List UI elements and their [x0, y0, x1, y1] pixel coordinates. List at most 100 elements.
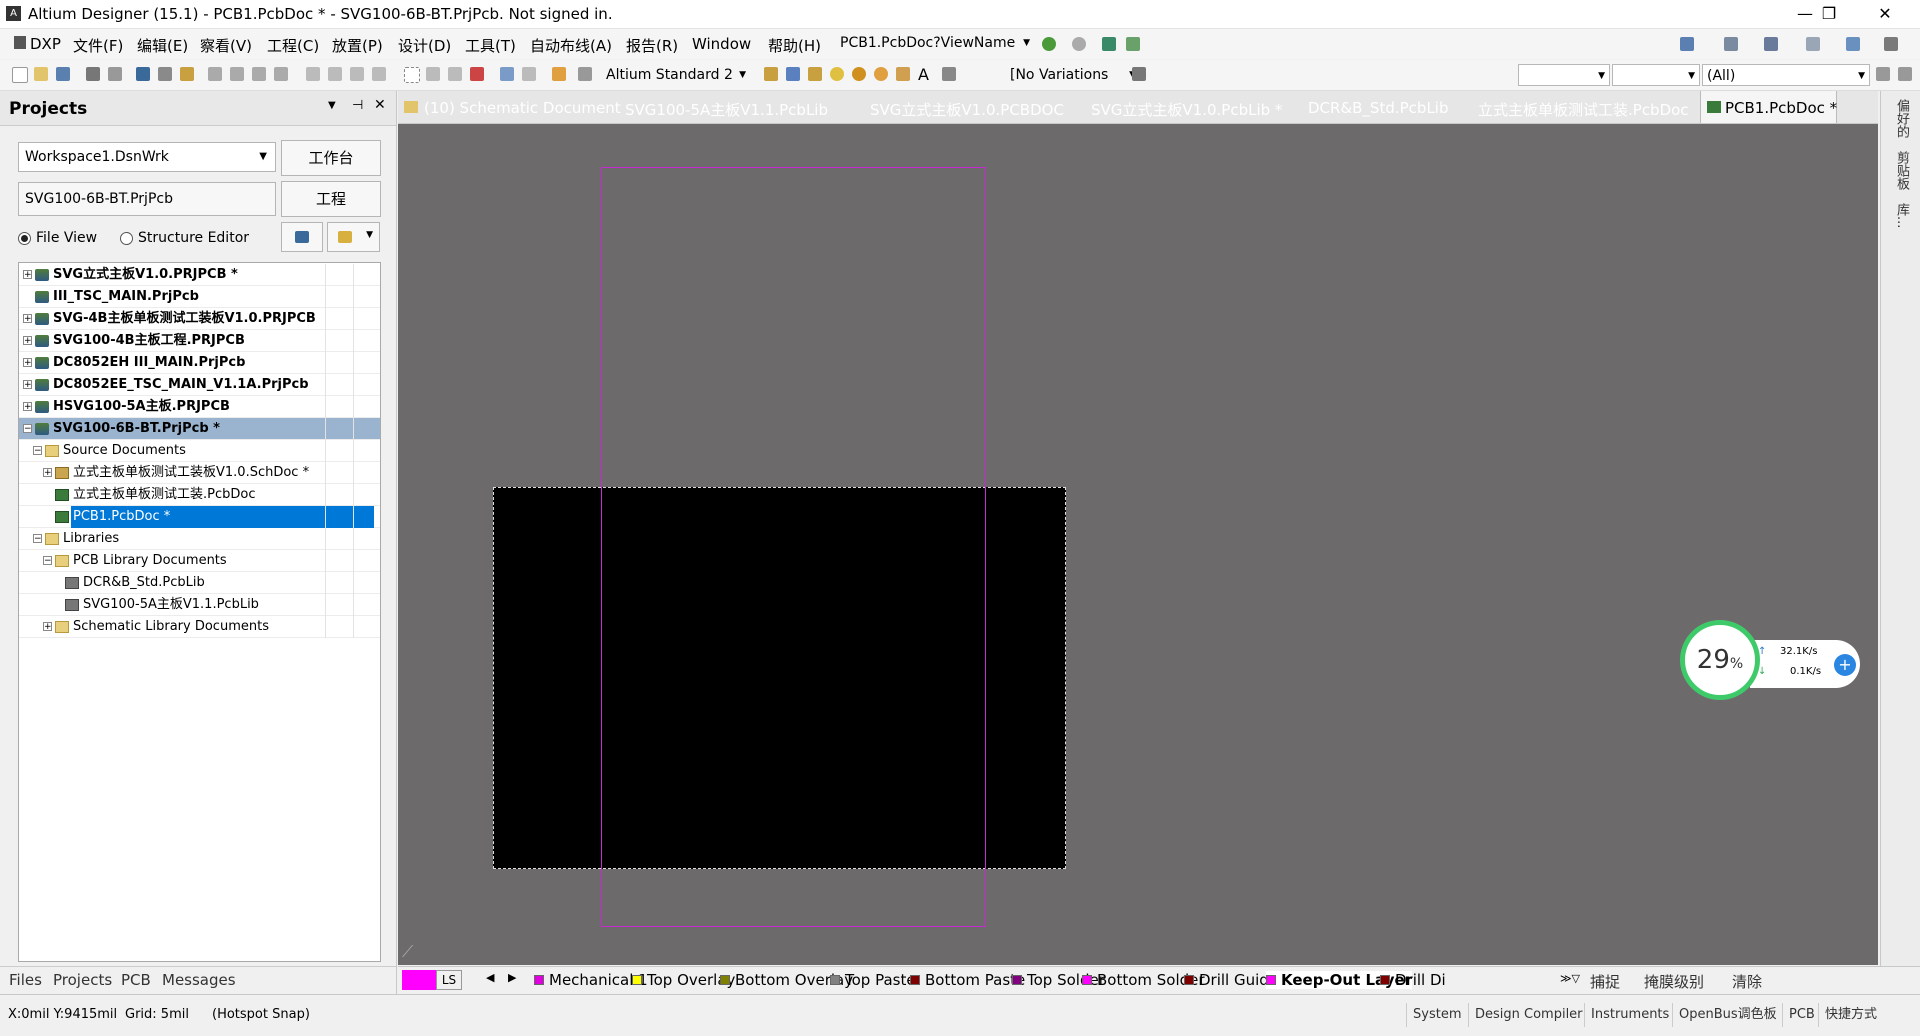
tree-row[interactable]: − Source Documents [19, 440, 380, 462]
expand-icon[interactable]: + [23, 314, 32, 324]
layer-tab[interactable]: Drill Guide [1184, 971, 1278, 989]
tab-projects[interactable]: Projects [53, 971, 112, 989]
tree-row[interactable]: − Libraries [19, 528, 380, 550]
status-shortcuts[interactable]: 快捷方式 [1818, 1003, 1883, 1027]
collapse-icon[interactable]: − [33, 534, 42, 544]
collapse-icon[interactable]: − [33, 446, 42, 456]
tab-files[interactable]: Files [9, 971, 42, 989]
align-icon[interactable] [1806, 37, 1820, 51]
tree-row[interactable]: + DC8052EE_TSC_MAIN_V1.1A.PrjPcb [19, 374, 380, 396]
move-icon[interactable] [426, 67, 440, 81]
pcb-canvas[interactable]: ⟋ [398, 124, 1878, 965]
window-icon[interactable] [1846, 37, 1860, 51]
status-design-compiler[interactable]: Design Compiler [1468, 1003, 1589, 1027]
panel-menu-icon[interactable]: ▼ [328, 100, 336, 111]
tree-row[interactable]: + 立式主板单板测试工装板V1.0.SchDoc * [19, 462, 380, 484]
component-icon[interactable] [942, 67, 956, 81]
paste-icon[interactable] [350, 67, 364, 81]
expand-icon[interactable]: + [23, 402, 32, 412]
pin-icon[interactable]: ⊣ [352, 98, 363, 113]
cut-icon[interactable] [306, 67, 320, 81]
expand-icon[interactable]: + [43, 622, 52, 632]
menu-place[interactable]: 放置(P) [332, 35, 383, 56]
tree-row[interactable]: + SVG100-4B主板工程.PRJPCB [19, 330, 380, 352]
tree-row[interactable]: SVG100-5A主板V1.1.PcbLib [19, 594, 380, 616]
collapse-icon[interactable]: − [23, 424, 32, 434]
expand-icon[interactable]: + [43, 468, 52, 478]
menu-file[interactable]: 文件(F) [73, 35, 123, 56]
menu-dxp[interactable]: DXP [30, 35, 61, 53]
layer-tab[interactable]: Top Paste [830, 971, 916, 989]
keep-out-region[interactable] [601, 167, 986, 927]
compile-button[interactable] [281, 222, 323, 252]
tree-row[interactable]: + HSVG100-5A主板.PRJPCB [19, 396, 380, 418]
menu-tools[interactable]: 工具(T) [465, 35, 516, 56]
tree-row[interactable]: + SVG-4B主板单板测试工装板V1.0.PRJPCB [19, 308, 380, 330]
zoom-fit-icon[interactable] [208, 67, 222, 81]
tab-favorites[interactable]: 偏好的 [1889, 99, 1911, 138]
tree-row[interactable]: + Schematic Library Documents [19, 616, 380, 638]
route-icon[interactable] [764, 67, 778, 81]
clear-button[interactable]: 清除 [1732, 971, 1762, 992]
folder-icon[interactable] [180, 67, 194, 81]
tab-clipboard[interactable]: 剪贴板 [1889, 151, 1911, 190]
components-icon[interactable] [1764, 37, 1778, 51]
pad-icon[interactable] [830, 67, 844, 81]
clear-icon[interactable] [470, 67, 484, 81]
tree-row[interactable]: DCR&B_Std.PcbLib [19, 572, 380, 594]
zoom-area-icon[interactable] [230, 67, 244, 81]
print-icon[interactable] [86, 67, 100, 81]
fill-icon[interactable] [896, 67, 910, 81]
layer-select-a[interactable]: ▼ [1518, 64, 1610, 86]
undo-icon[interactable] [500, 67, 514, 81]
crosshair-icon[interactable] [552, 67, 566, 81]
menu-reports[interactable]: 报告(R) [626, 35, 678, 56]
status-openbus[interactable]: OpenBus调色板 [1672, 1003, 1783, 1027]
layout-icon[interactable] [1724, 37, 1738, 51]
via-icon[interactable] [852, 67, 866, 81]
tab-messages[interactable]: Messages [162, 971, 236, 989]
print-preview-icon[interactable] [108, 67, 122, 81]
snap-button[interactable]: 捕捉 [1590, 971, 1620, 992]
zoom-selected-icon[interactable] [252, 67, 266, 81]
tree-row[interactable]: PCB1.PcbDoc * [19, 506, 380, 528]
standard-select[interactable]: Altium Standard 2 ▼ [602, 64, 750, 86]
collapse-icon[interactable]: − [43, 556, 52, 566]
open-icon[interactable] [34, 67, 48, 81]
status-system[interactable]: System [1406, 1003, 1467, 1027]
structure-editor-radio[interactable] [120, 232, 133, 245]
network-speed-widget[interactable]: ↑ 32.1K/s ↓ 0.1K/s + 29% [1680, 620, 1860, 700]
design-rule-icon[interactable] [578, 67, 592, 81]
filter-clear-icon[interactable] [1876, 67, 1890, 81]
project-button[interactable]: 工程 [281, 181, 381, 217]
layer-set-button[interactable]: LS [436, 970, 462, 990]
layer-scroll-left-icon[interactable]: ◀ [486, 971, 494, 984]
copy-icon[interactable] [328, 67, 342, 81]
tab-pcb1-active[interactable]: PCB1.PcbDoc * [1700, 91, 1837, 123]
select-area-icon[interactable] [404, 67, 420, 83]
menu-help[interactable]: 帮助(H) [768, 35, 821, 56]
diff-pair-icon[interactable] [808, 67, 822, 81]
tab-schematic-documents[interactable]: (10) Schematic Document [424, 99, 621, 117]
tab-pcblib-5a[interactable]: SVG100-5A主板V1.1.PcbLib [625, 99, 828, 120]
forward-icon[interactable] [1072, 37, 1086, 51]
boost-plus-icon[interactable]: + [1834, 654, 1856, 676]
3d-icon[interactable] [136, 67, 150, 81]
filter-apply-icon[interactable] [1898, 67, 1912, 81]
view-name-select[interactable]: PCB1.PcbDoc?ViewName ▼ [836, 32, 1034, 54]
layer-tab[interactable]: Bottom Paste [910, 971, 1025, 989]
restore-button[interactable]: ❐ [1806, 0, 1852, 28]
current-layer-color[interactable] [402, 970, 436, 990]
menu-edit[interactable]: 编辑(E) [137, 35, 188, 56]
zoom-filter-icon[interactable] [274, 67, 288, 81]
tab-libraries[interactable]: 库... [1889, 203, 1911, 228]
menu-autoroute[interactable]: 自动布线(A) [530, 35, 612, 56]
variations-select[interactable]: [No Variations ▼ [1006, 64, 1146, 86]
tree-row[interactable]: − SVG100-6B-BT.PrjPcb * [19, 418, 380, 440]
workspace-select[interactable]: Workspace1.DsnWrk ▼ [18, 142, 276, 172]
grid-icon[interactable] [1884, 37, 1898, 51]
close-button[interactable]: ✕ [1862, 0, 1908, 28]
menu-view[interactable]: 察看(V) [200, 35, 252, 56]
arc-icon[interactable] [874, 67, 888, 81]
project-options-button[interactable]: ▼ [327, 222, 380, 252]
